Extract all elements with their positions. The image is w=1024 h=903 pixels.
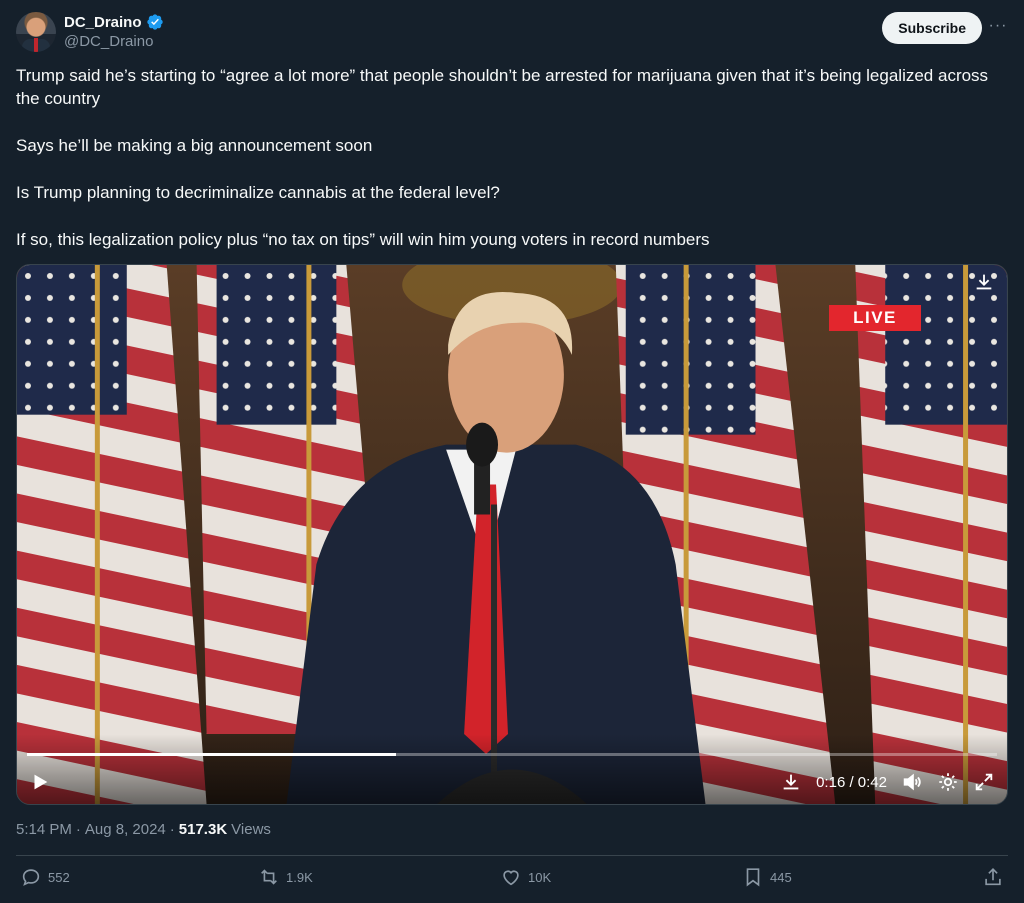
views-label: Views: [231, 821, 271, 838]
bookmark-count: 445: [770, 869, 792, 885]
action-bar: 552 1.9K 10K 445: [16, 866, 1008, 894]
like-count: 10K: [528, 869, 552, 885]
video-frame: [17, 265, 1007, 804]
verified-badge-icon: [146, 14, 163, 30]
share-icon: [985, 868, 1001, 886]
live-badge: LIVE: [829, 305, 921, 331]
name-row: DC_Draino: [64, 13, 164, 31]
bookmark-icon: [746, 868, 760, 887]
tweet-meta: 5:14 PM · Aug 8, 2024 · 517.3K Views: [16, 821, 271, 838]
download-icon[interactable]: [973, 271, 995, 293]
reply-icon: [22, 869, 40, 886]
tweet-text: Trump said he’s starting to “agree a lot…: [16, 64, 1008, 251]
settings-gear-icon[interactable]: [937, 771, 959, 793]
user-handle[interactable]: @DC_Draino: [64, 33, 153, 50]
more-options-icon[interactable]: ···: [988, 18, 1008, 38]
video-progress-bar[interactable]: [27, 753, 997, 756]
controls-shade: [17, 734, 1007, 804]
reply-count: 552: [48, 869, 70, 885]
volume-icon[interactable]: [901, 771, 923, 793]
video-player[interactable]: LIVE 0:16 / 0:42: [16, 264, 1008, 805]
divider: [16, 855, 1008, 856]
tweet-paragraph: Trump said he’s starting to “agree a lot…: [16, 66, 989, 108]
bookmark-button[interactable]: 445: [742, 866, 792, 888]
like-heart-icon: [503, 870, 519, 886]
repost-icon: [261, 869, 277, 885]
meta-separator: ·: [75, 821, 81, 838]
tweet-header: DC_Draino @DC_Draino Subscribe ···: [16, 12, 1008, 56]
avatar-tie: [34, 38, 38, 52]
repost-count: 1.9K: [286, 869, 313, 885]
meta-separator: ·: [169, 821, 175, 838]
tweet-paragraph: Is Trump planning to decriminalize canna…: [16, 183, 500, 202]
download-video-icon[interactable]: [780, 771, 802, 793]
subscribe-button[interactable]: Subscribe: [882, 12, 982, 44]
avatar[interactable]: [16, 12, 56, 52]
display-name[interactable]: DC_Draino: [64, 14, 142, 31]
video-time: 0:16 / 0:42: [816, 773, 887, 791]
video-progress-fill: [27, 753, 396, 756]
like-button[interactable]: 10K: [500, 866, 551, 888]
post-time[interactable]: 5:14 PM: [16, 821, 72, 838]
fullscreen-icon[interactable]: [973, 771, 995, 793]
video-controls: 0:16 / 0:42: [780, 771, 995, 793]
tweet-paragraph: If so, this legalization policy plus “no…: [16, 230, 710, 249]
share-button[interactable]: [982, 866, 1004, 888]
play-icon[interactable]: [29, 771, 51, 793]
reply-button[interactable]: 552: [20, 866, 70, 888]
views-count: 517.3K: [178, 821, 228, 838]
tweet-paragraph: Says he’ll be making a big announcement …: [16, 136, 373, 155]
post-date[interactable]: Aug 8, 2024: [85, 821, 166, 838]
repost-button[interactable]: 1.9K: [258, 866, 313, 888]
